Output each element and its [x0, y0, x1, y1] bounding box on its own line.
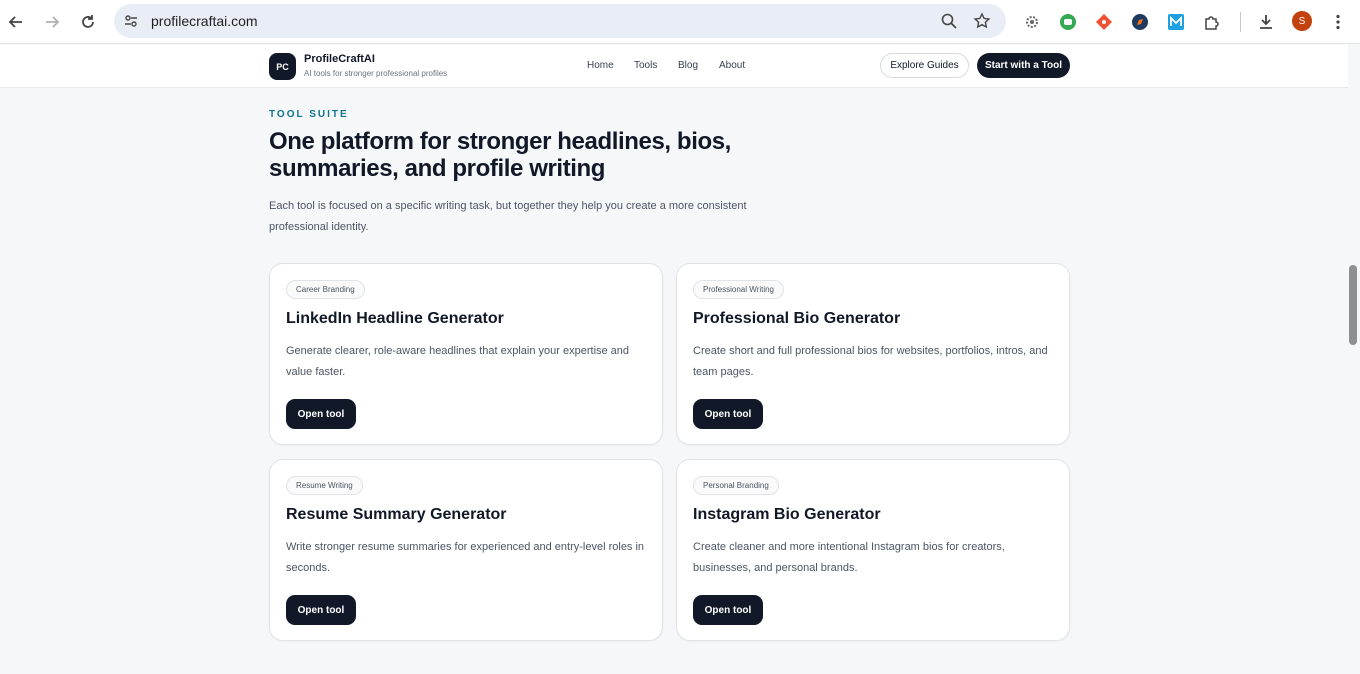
- open-tool-button[interactable]: Open tool: [693, 595, 763, 625]
- card-description: Write stronger resume summaries for expe…: [286, 541, 645, 574]
- brand-tagline: AI tools for stronger professional profi…: [304, 69, 448, 78]
- brand-name[interactable]: ProfileCraftAI: [304, 53, 375, 65]
- extension-git-icon[interactable]: [1092, 10, 1116, 34]
- open-tool-button[interactable]: Open tool: [286, 595, 356, 625]
- forward-icon[interactable]: [40, 10, 64, 34]
- url-text[interactable]: profilecraftai.com: [151, 13, 258, 29]
- zoom-icon[interactable]: [937, 9, 961, 33]
- card-description: Create cleaner and more intentional Inst…: [693, 541, 1005, 574]
- extension-m-icon[interactable]: [1164, 10, 1188, 34]
- card-title: LinkedIn Headline Generator: [286, 310, 504, 327]
- card-description: Generate clearer, role-aware headlines t…: [286, 345, 630, 378]
- extensions-puzzle-icon[interactable]: [1200, 10, 1224, 34]
- explore-guides-button[interactable]: Explore Guides: [880, 53, 969, 78]
- extension-gear-icon[interactable]: [1020, 10, 1044, 34]
- toolbar-divider: [1240, 12, 1241, 32]
- tool-card-resume-summary: Resume Writing Resume Summary Generator …: [269, 459, 663, 641]
- open-tool-button[interactable]: Open tool: [693, 399, 763, 429]
- page-scrollbar[interactable]: [1348, 45, 1360, 674]
- card-description: Create short and full professional bios …: [693, 345, 1048, 378]
- open-tool-button[interactable]: Open tool: [286, 399, 356, 429]
- card-tag: Professional Writing: [693, 280, 784, 299]
- card-title: Instagram Bio Generator: [693, 506, 881, 523]
- download-icon[interactable]: [1254, 10, 1278, 34]
- profile-avatar[interactable]: S: [1292, 11, 1312, 31]
- nav-tools[interactable]: Tools: [634, 60, 657, 71]
- card-tag: Personal Branding: [693, 476, 779, 495]
- extension-compass-icon[interactable]: [1128, 10, 1152, 34]
- bookmark-star-icon[interactable]: [970, 9, 994, 33]
- tool-card-instagram-bio: Personal Branding Instagram Bio Generato…: [676, 459, 1070, 641]
- section-headline: One platform for stronger headlines, bio…: [269, 128, 731, 182]
- card-title: Professional Bio Generator: [693, 310, 901, 327]
- menu-dots-icon[interactable]: [1326, 10, 1350, 34]
- reload-icon[interactable]: [76, 10, 100, 34]
- site-settings-icon[interactable]: [119, 9, 143, 33]
- scrollbar-thumb[interactable]: [1349, 265, 1357, 345]
- nav-about[interactable]: About: [719, 60, 745, 71]
- address-bar[interactable]: profilecraftai.com: [114, 4, 1006, 38]
- card-tag: Resume Writing: [286, 476, 363, 495]
- section-description: Each tool is focused on a specific writi…: [269, 200, 747, 233]
- section-eyebrow: TOOL SUITE: [269, 109, 349, 120]
- card-tag: Career Branding: [286, 280, 365, 299]
- browser-toolbar: profilecraftai.com S: [0, 0, 1360, 44]
- start-tool-button[interactable]: Start with a Tool: [977, 53, 1070, 78]
- card-title: Resume Summary Generator: [286, 506, 507, 523]
- nav-blog[interactable]: Blog: [678, 60, 698, 71]
- site-header: PC ProfileCraftAI AI tools for stronger …: [0, 45, 1348, 88]
- back-icon[interactable]: [4, 10, 28, 34]
- tool-card-professional-bio: Professional Writing Professional Bio Ge…: [676, 263, 1070, 445]
- nav-home[interactable]: Home: [587, 60, 614, 71]
- extension-android-icon[interactable]: [1056, 10, 1080, 34]
- logo[interactable]: PC: [269, 53, 296, 80]
- tool-card-linkedin: Career Branding LinkedIn Headline Genera…: [269, 263, 663, 445]
